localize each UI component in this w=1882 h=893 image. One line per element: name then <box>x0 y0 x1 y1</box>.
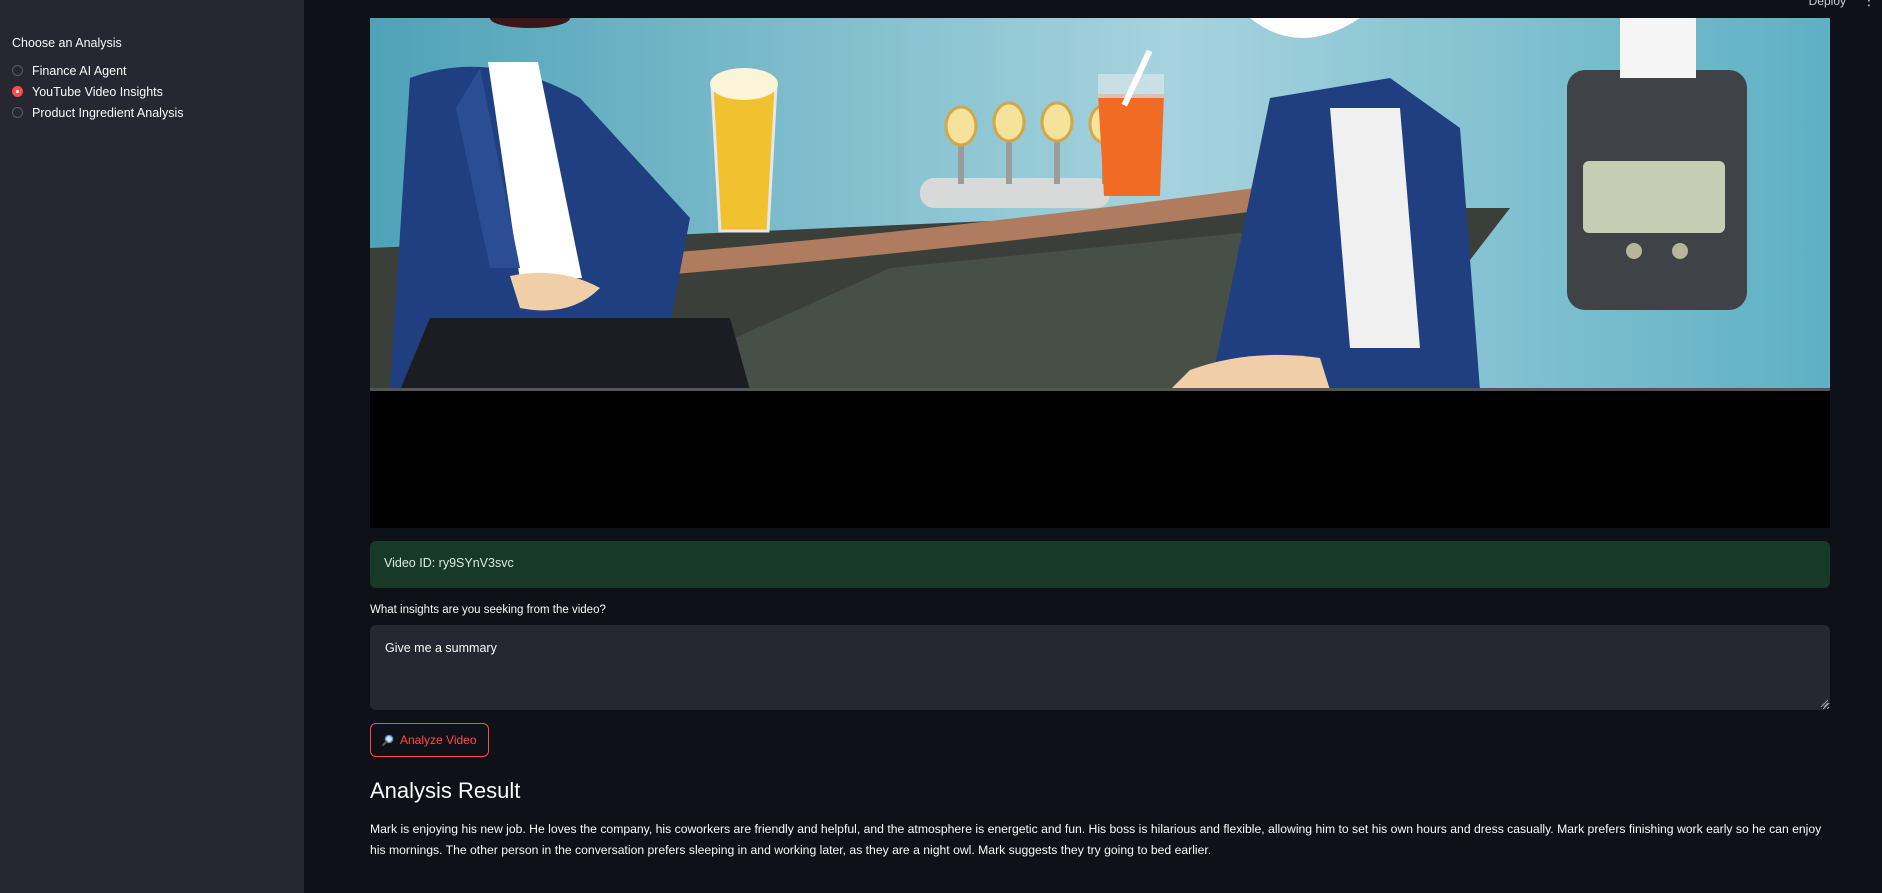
analyze-video-label: Analyze Video <box>400 733 477 747</box>
youtube-video-player[interactable] <box>370 18 1830 528</box>
result-text: Mark is enjoying his new job. He loves t… <box>370 822 1822 857</box>
radio-option-label: YouTube Video Insights <box>32 84 163 99</box>
result-heading: Analysis Result <box>370 778 521 803</box>
analysis-selector-title: Choose an Analysis <box>12 36 122 50</box>
question-label: What insights are you seeking from the v… <box>370 604 606 616</box>
deploy-button[interactable]: Deploy <box>1809 0 1846 8</box>
question-textarea[interactable]: Give me a summary <box>370 625 1830 710</box>
radio-selected-icon[interactable] <box>12 86 23 97</box>
sidebar: Choose an Analysis Finance AI Agent YouT… <box>0 0 304 893</box>
analyze-video-button[interactable]: Analyze Video <box>370 723 489 757</box>
magnifier-icon <box>382 734 394 746</box>
radio-option-product-ingredient-analysis[interactable]: Product Ingredient Analysis <box>12 102 183 123</box>
radio-option-label: Product Ingredient Analysis <box>32 105 184 120</box>
video-frame-illustration <box>370 18 1830 528</box>
radio-option-finance-ai-agent[interactable]: Finance AI Agent <box>12 60 183 81</box>
analysis-radio-group: Finance AI Agent YouTube Video Insights … <box>12 60 183 123</box>
vertical-dots-icon[interactable]: ⋮ <box>1862 0 1876 9</box>
resize-grip-icon[interactable] <box>1820 699 1828 707</box>
radio-unselected-icon[interactable] <box>12 107 23 118</box>
radio-unselected-icon[interactable] <box>12 65 23 76</box>
radio-option-label: Finance AI Agent <box>32 63 127 78</box>
radio-option-youtube-video-insights[interactable]: YouTube Video Insights <box>12 81 183 102</box>
video-id-info-box: Video ID: ry9SYnV3svc <box>370 541 1830 588</box>
